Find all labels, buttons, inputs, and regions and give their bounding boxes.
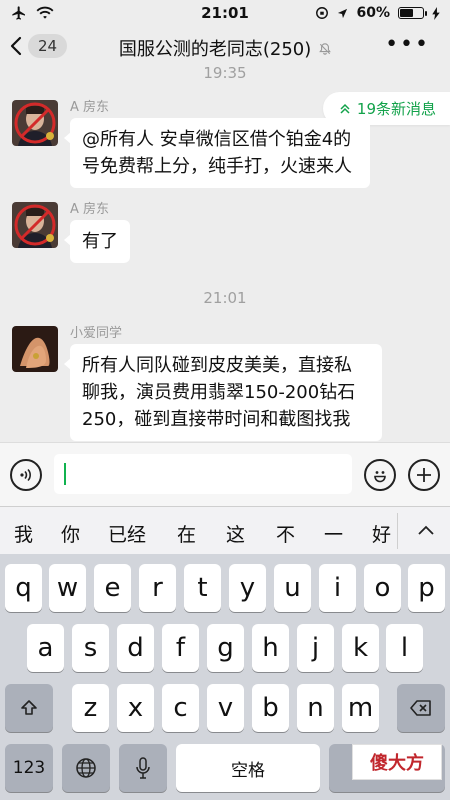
chat-message-list[interactable]: 19:35 19条新消息 A 房东 @所有人 安卓微信区借个铂金4的 号免费帮上…	[0, 66, 450, 442]
voice-icon[interactable]	[10, 459, 42, 491]
message-bubble[interactable]: 有了	[64, 220, 130, 263]
status-bar: 21:01 60%	[0, 0, 450, 26]
shift-key[interactable]	[5, 684, 53, 732]
shift-icon	[21, 700, 37, 715]
key-q[interactable]: q	[5, 564, 42, 612]
key-g[interactable]: g	[207, 624, 244, 672]
new-messages-label: 19条新消息	[356, 100, 436, 118]
avatar[interactable]	[12, 202, 58, 248]
key-e[interactable]: e	[94, 564, 131, 612]
key-h[interactable]: h	[252, 624, 289, 672]
message-input-bar	[0, 442, 450, 506]
microphone-icon	[136, 757, 150, 779]
key-s[interactable]: s	[72, 624, 109, 672]
sender-name: 小爱同学	[70, 326, 123, 341]
plus-icon[interactable]	[408, 459, 440, 491]
key-y[interactable]: y	[229, 564, 266, 612]
key-d[interactable]: d	[117, 624, 154, 672]
candidate-word[interactable]: 一	[324, 520, 343, 547]
key-v[interactable]: v	[207, 684, 244, 732]
candidate-word[interactable]: 这	[226, 520, 245, 547]
key-f[interactable]: f	[162, 624, 199, 672]
key-w[interactable]: w	[49, 564, 86, 612]
message-input[interactable]	[54, 454, 352, 494]
key-u[interactable]: u	[274, 564, 311, 612]
charging-icon	[432, 6, 440, 20]
key-j[interactable]: j	[297, 624, 334, 672]
candidate-word[interactable]: 你	[61, 520, 80, 547]
status-left	[10, 5, 54, 21]
status-right: 60%	[315, 5, 440, 21]
text-cursor	[64, 463, 66, 485]
candidate-word[interactable]: 在	[177, 520, 196, 547]
key-l[interactable]: l	[386, 624, 423, 672]
candidate-bar: 我 你 已经 在 这 不 一 好	[0, 506, 450, 554]
globe-key[interactable]	[62, 744, 110, 792]
candidate-word[interactable]: 不	[276, 520, 295, 547]
microphone-key[interactable]	[119, 744, 167, 792]
key-z[interactable]: z	[72, 684, 109, 732]
chevron-up-icon[interactable]	[416, 521, 436, 541]
backspace-key[interactable]	[397, 684, 445, 732]
message-text-line: 号免费帮上分，纯手打，火速来人	[82, 156, 352, 177]
avatar[interactable]	[12, 326, 58, 372]
key-t[interactable]: t	[184, 564, 221, 612]
numbers-key[interactable]: 123	[5, 744, 53, 792]
key-i[interactable]: i	[319, 564, 356, 612]
battery-percent: 60%	[356, 5, 390, 21]
time-separator: 21:01	[203, 289, 247, 307]
key-c[interactable]: c	[162, 684, 199, 732]
backspace-icon	[410, 700, 431, 716]
message-text-line: 250，碰到直接带时间和截图找我	[82, 409, 351, 430]
candidate-word[interactable]: 我	[14, 520, 33, 547]
emoji-icon[interactable]	[364, 459, 396, 491]
chat-title-text: 国服公测的老同志(250)	[118, 39, 312, 60]
key-x[interactable]: x	[117, 684, 154, 732]
candidate-word[interactable]: 已经	[108, 520, 146, 547]
battery-icon	[398, 7, 427, 19]
message-text-line: 聊我，演员费用翡翠150-200钻石	[82, 382, 356, 403]
orientation-lock-icon	[316, 7, 329, 19]
key-b[interactable]: b	[252, 684, 289, 732]
key-r[interactable]: r	[139, 564, 176, 612]
candidate-word[interactable]: 好	[372, 520, 391, 547]
time-separator-partial: 19:35	[203, 66, 247, 82]
message-text-line: 所有人同队碰到皮皮美美，直接私	[82, 355, 352, 376]
sender-name: A 房东	[70, 100, 110, 115]
airplane-icon	[12, 6, 25, 20]
message-bubble[interactable]: 所有人同队碰到皮皮美美，直接私 聊我，演员费用翡翠150-200钻石 250，碰…	[64, 344, 382, 441]
space-key[interactable]: 空格	[176, 744, 320, 792]
message-bubble[interactable]: @所有人 安卓微信区借个铂金4的 号免费帮上分，纯手打，火速来人	[64, 118, 370, 188]
key-n[interactable]: n	[297, 684, 334, 732]
more-options-button[interactable]: •••	[385, 32, 430, 57]
wifi-icon	[36, 6, 54, 19]
key-a[interactable]: a	[27, 624, 64, 672]
key-m[interactable]: m	[342, 684, 379, 732]
message-text-line: 有了	[82, 231, 118, 252]
location-icon	[338, 8, 348, 18]
chat-title[interactable]: 国服公测的老同志(250)	[0, 35, 450, 61]
sender-name: A 房东	[70, 202, 110, 217]
candidate-divider	[397, 513, 398, 549]
globe-icon	[76, 758, 96, 778]
key-k[interactable]: k	[342, 624, 379, 672]
chat-header: 24 国服公测的老同志(250) •••	[0, 26, 450, 66]
bell-slash-icon	[315, 43, 331, 58]
message-text-line: @所有人 安卓微信区借个铂金4的	[82, 129, 352, 150]
key-p[interactable]: p	[408, 564, 445, 612]
key-o[interactable]: o	[364, 564, 401, 612]
double-chevron-up-icon	[340, 103, 350, 114]
watermark-logo: 傻大方	[352, 744, 442, 780]
avatar[interactable]	[12, 100, 58, 146]
